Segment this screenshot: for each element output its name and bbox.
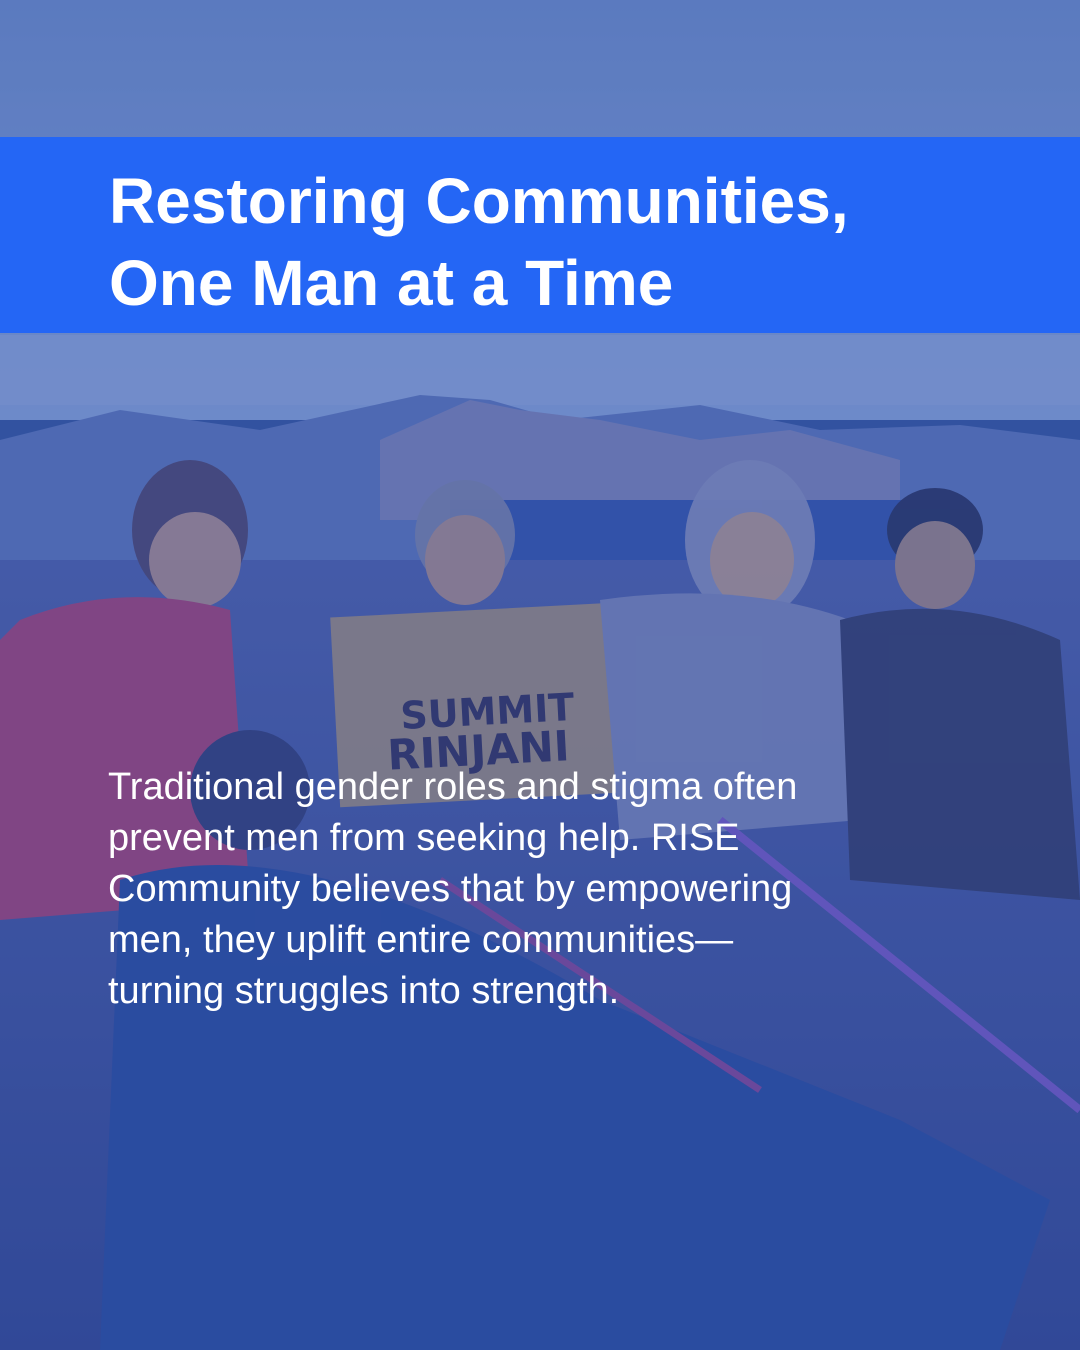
body-line-2: prevent men from seeking help. RISE (108, 817, 740, 859)
headline-line-1: Restoring Communities, (109, 165, 849, 237)
headline: Restoring Communities, One Man at a Time (109, 160, 1009, 324)
body-line-5: turning struggles into strength. (108, 970, 620, 1012)
headline-line-2: One Man at a Time (109, 247, 674, 319)
body-paragraph: Traditional gender roles and stigma ofte… (108, 762, 868, 1017)
body-line-4: men, they uplift entire communities— (108, 919, 734, 961)
body-line-3: Community believes that by empowering (108, 868, 793, 910)
body-line-1: Traditional gender roles and stigma ofte… (108, 766, 798, 808)
